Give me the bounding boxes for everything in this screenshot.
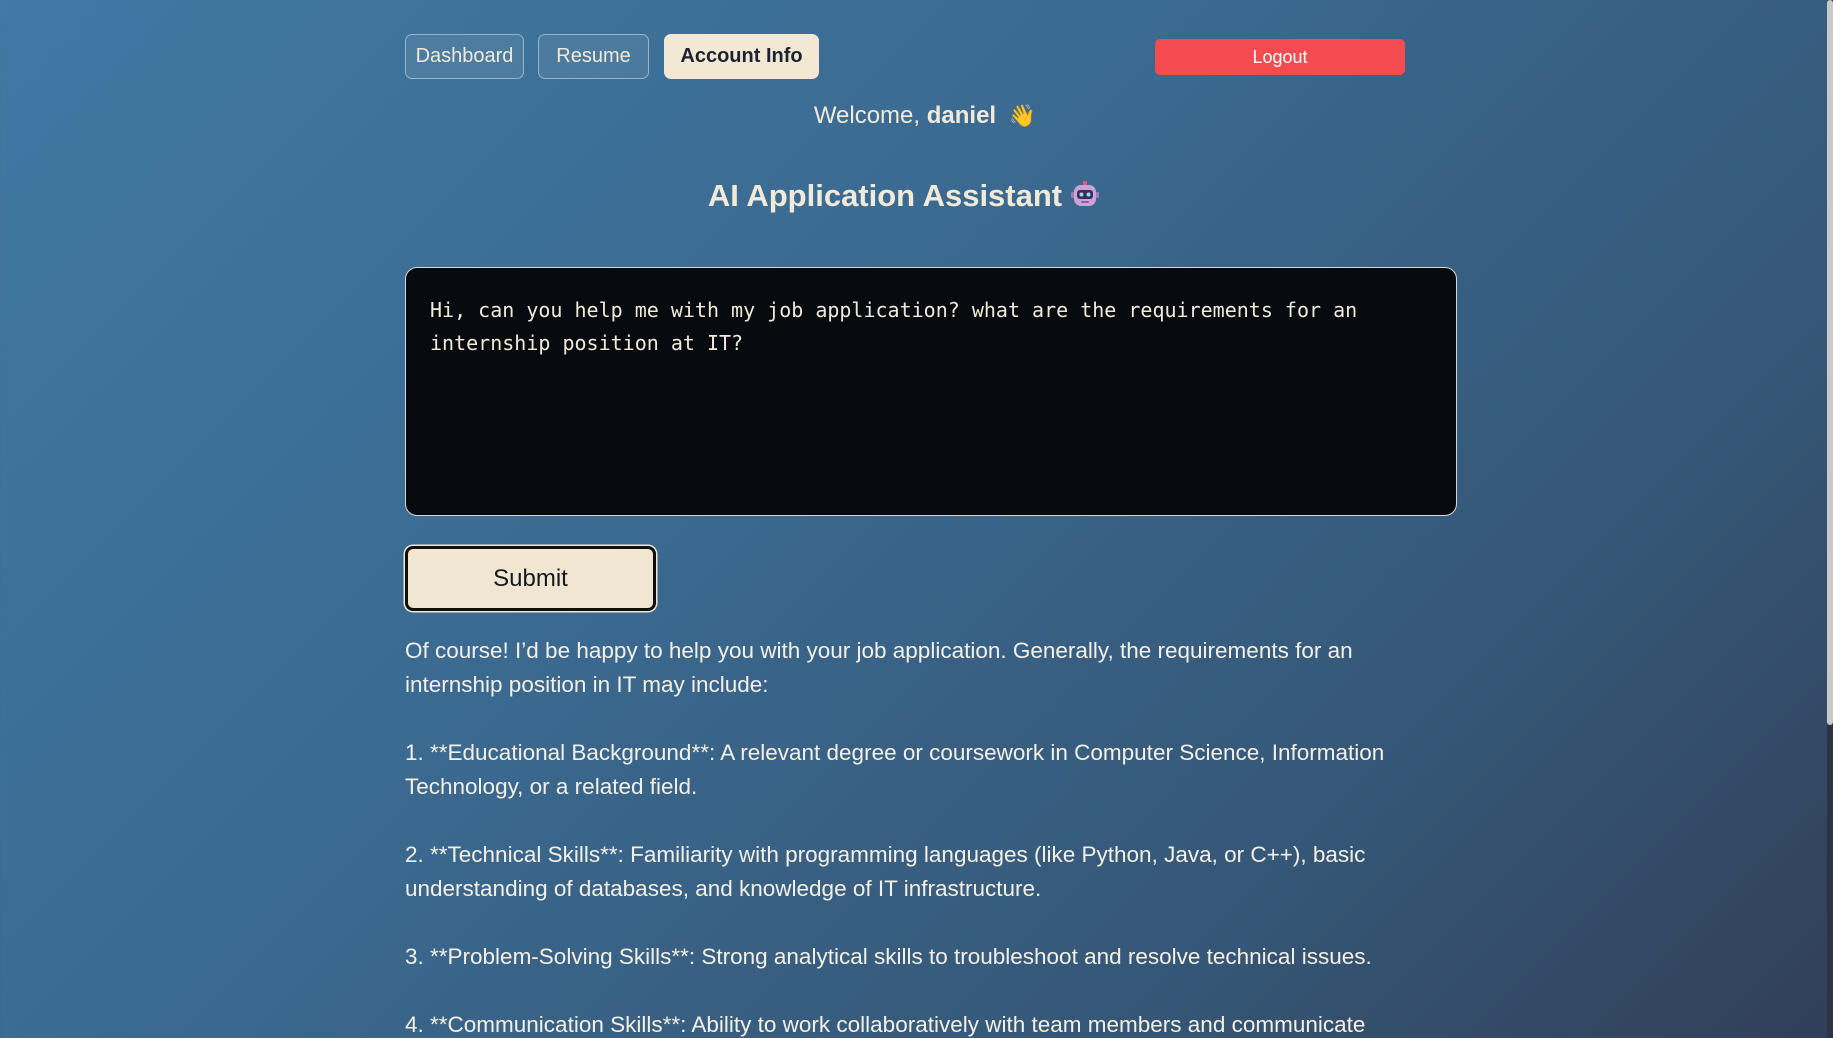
response-paragraph: 3. **Problem-Solving Skills**: Strong an… [405,944,1372,969]
prompt-textarea[interactable]: Hi, can you help me with my job applicat… [405,267,1457,516]
robot-icon [1071,181,1100,206]
waving-hand-icon: 👋 [1008,103,1037,128]
tab-account-info[interactable]: Account Info [664,34,819,79]
page-title-text: AI Application Assistant [707,178,1063,213]
welcome-username: daniel [926,102,997,129]
response-paragraph: Of course! I’d be happy to help you with… [405,638,1353,697]
tab-dashboard[interactable]: Dashboard [405,34,524,79]
page-title: AI Application Assistant [0,178,1808,214]
top-nav: Dashboard Resume Account Info Logout [405,34,1405,79]
scrollbar-thumb[interactable] [1827,0,1833,725]
page: Dashboard Resume Account Info Logout Wel… [0,0,1827,1038]
assistant-response: Of course! I’d be happy to help you with… [405,634,1405,1038]
tab-resume[interactable]: Resume [538,34,649,79]
response-paragraph: 4. **Communication Skills**: Ability to … [405,1012,1366,1037]
response-paragraph: 2. **Technical Skills**: Familiarity wit… [405,842,1366,901]
scrollbar[interactable] [1827,0,1833,1038]
submit-button[interactable]: Submit [405,546,656,611]
logout-button[interactable]: Logout [1155,39,1405,75]
welcome-prefix: Welcome, [813,102,927,129]
response-paragraph: 1. **Educational Background**: A relevan… [405,740,1385,799]
welcome-message: Welcome, daniel 👋 [0,102,1833,130]
